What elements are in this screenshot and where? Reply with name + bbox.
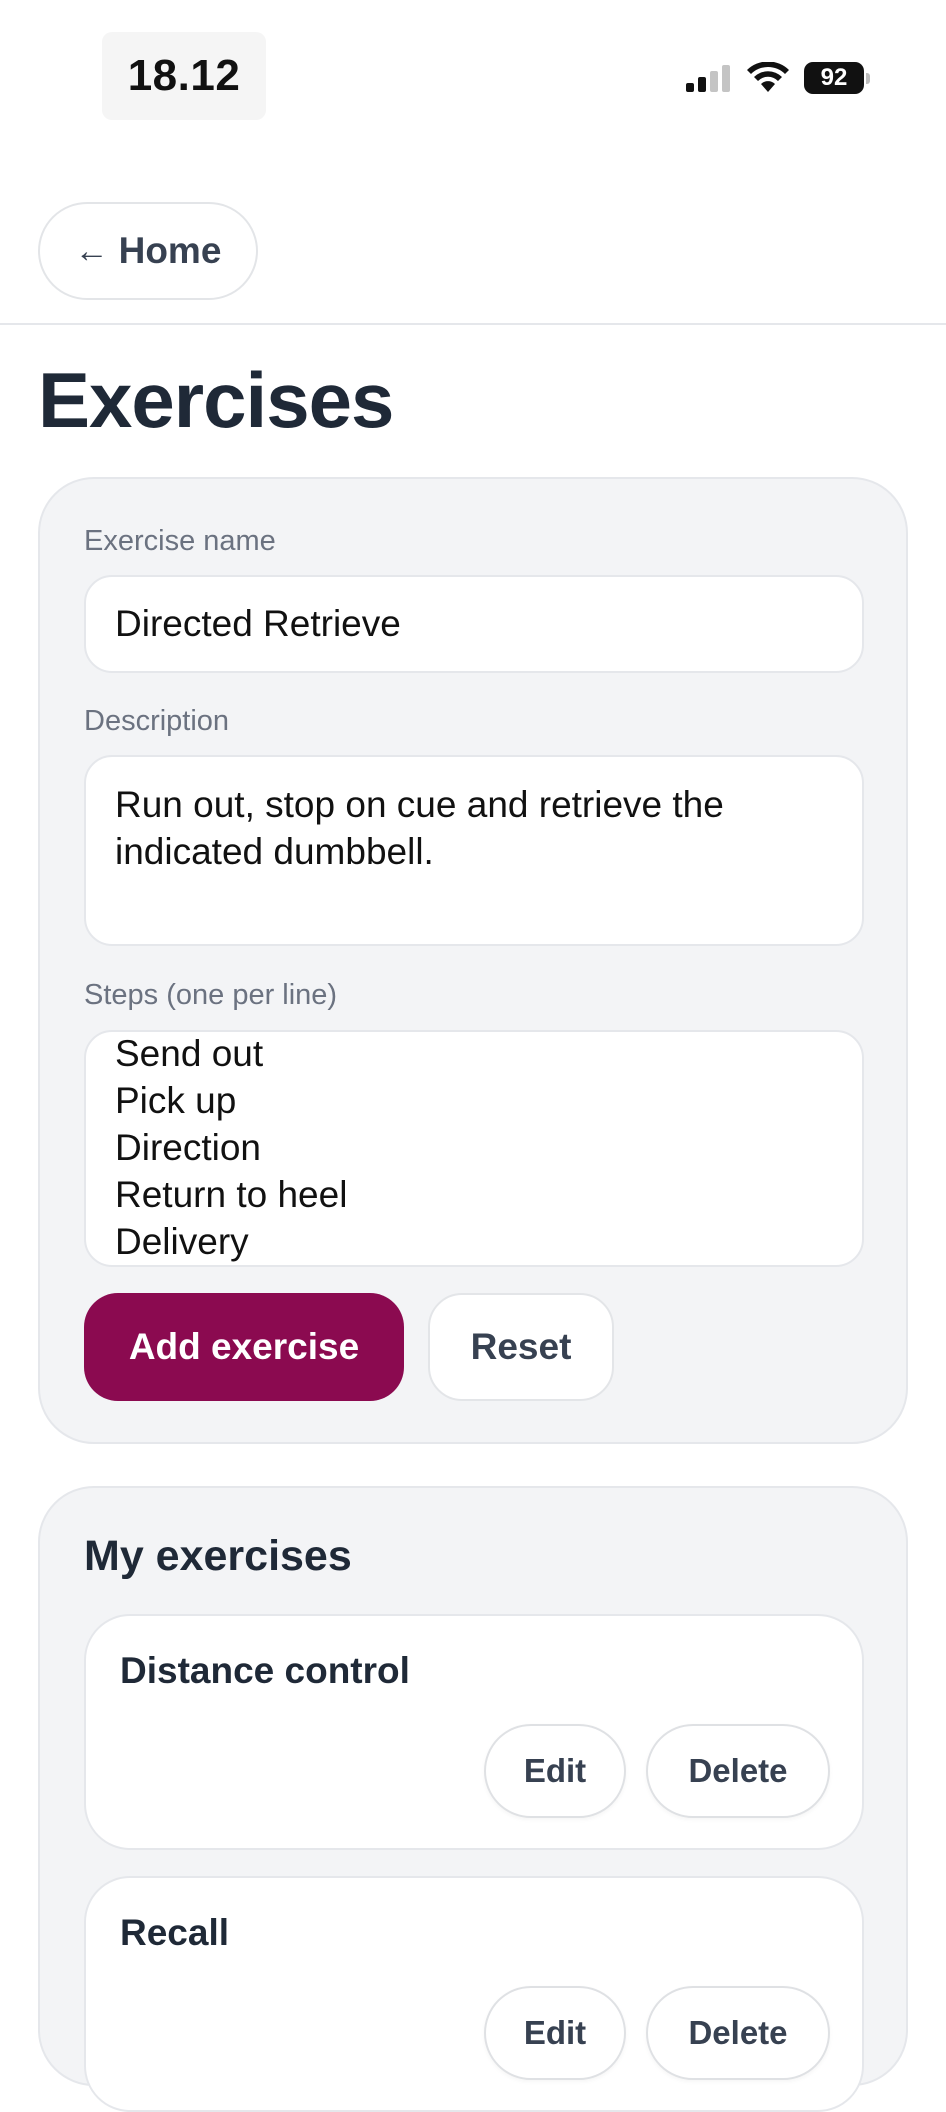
- exercise-item: Distance control Edit Delete: [84, 1614, 864, 1850]
- step-line: Send out: [115, 1033, 264, 1074]
- wifi-icon: [747, 62, 789, 92]
- exercise-item-name: Distance control: [120, 1650, 410, 1691]
- step-line: Return to heel: [115, 1174, 348, 1215]
- signal-icon: [686, 65, 730, 92]
- reset-button[interactable]: Reset: [428, 1293, 614, 1401]
- delete-button[interactable]: Delete: [646, 1986, 830, 2080]
- page-title: Exercises: [38, 356, 394, 444]
- status-bar: 18.12 92: [0, 0, 946, 150]
- battery-level: 92: [820, 64, 848, 91]
- status-time: 18.12: [102, 32, 266, 120]
- add-exercise-button[interactable]: Add exercise: [84, 1293, 404, 1401]
- my-exercises-section: My exercises Distance control Edit Delet…: [38, 1486, 908, 2112]
- section-title: My exercises: [84, 1532, 352, 1580]
- exercise-name-label: Exercise name: [84, 525, 276, 557]
- home-button-label: Home: [118, 230, 222, 271]
- arrow-left-icon: ←: [74, 231, 109, 270]
- exercise-item: Recall Edit Delete: [84, 1876, 864, 2112]
- step-line: Pick up: [115, 1080, 237, 1121]
- battery-icon: 92: [804, 62, 870, 94]
- steps-textarea[interactable]: Send out Pick up Direction Return to hee…: [84, 1030, 864, 1267]
- edit-button[interactable]: Edit: [484, 1724, 626, 1818]
- step-line: Direction: [115, 1127, 261, 1168]
- description-label: Description: [84, 705, 230, 737]
- exercise-form: Exercise name Directed Retrieve Descript…: [38, 477, 908, 1444]
- description-textarea[interactable]: Run out, stop on cue and retrieve the in…: [84, 755, 864, 946]
- status-icons: 92: [684, 56, 870, 100]
- top-nav: ← Home: [0, 150, 946, 325]
- exercise-name-value: Directed Retrieve: [115, 603, 401, 644]
- exercise-item-name: Recall: [120, 1912, 230, 1953]
- description-value: Run out, stop on cue and retrieve the in…: [115, 784, 724, 872]
- exercise-name-input[interactable]: Directed Retrieve: [84, 575, 864, 673]
- steps-label: Steps (one per line): [84, 979, 338, 1011]
- delete-button[interactable]: Delete: [646, 1724, 830, 1818]
- edit-button[interactable]: Edit: [484, 1986, 626, 2080]
- home-button[interactable]: ← Home: [38, 202, 258, 300]
- step-line: Delivery: [115, 1221, 249, 1262]
